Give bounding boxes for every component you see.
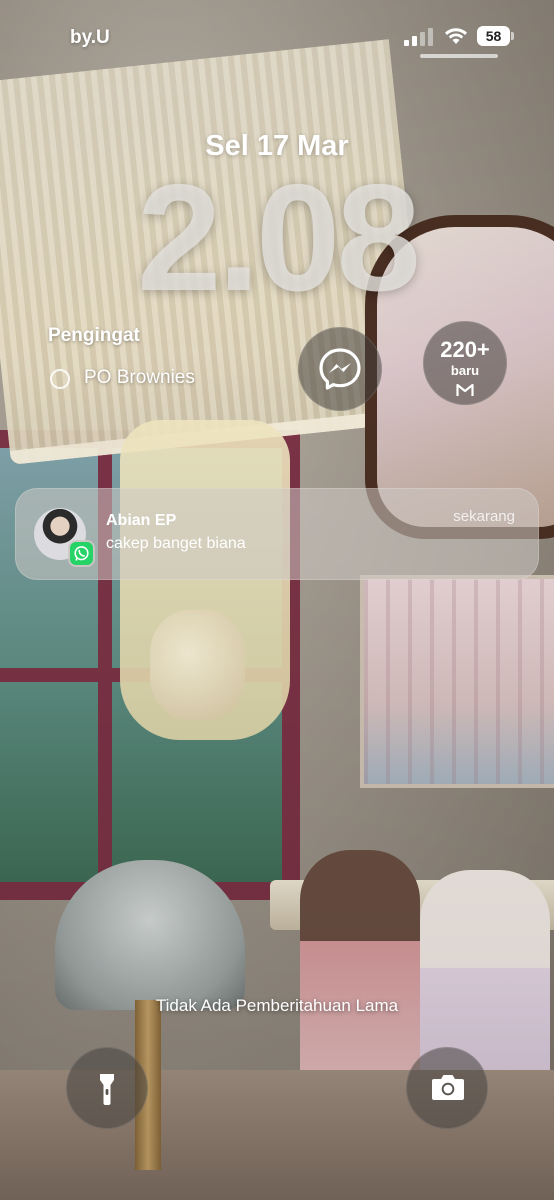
reminder-checkbox-icon [50,369,70,389]
reminders-widget[interactable]: Pengingat PO Brownies [48,325,278,405]
gmail-widget[interactable]: 220+ baru [423,321,507,405]
flashlight-icon [100,1074,114,1105]
flashlight-button[interactable] [66,1047,148,1129]
battery-tip [511,32,514,40]
camera-icon [432,1075,464,1100]
notification-card[interactable]: Abian EP cakep banget biana sekarang [15,488,539,580]
wifi-icon [444,27,468,45]
notification-sender: Abian EP [106,512,177,529]
notification-message: cakep banget biana [106,535,246,552]
notification-time: sekarang [453,508,515,525]
status-bar: by.U 58 [0,0,554,70]
camera-button[interactable] [406,1047,488,1129]
no-older-notifications: Tidak Ada Pemberitahuan Lama [155,996,399,1015]
reminder-item-label: PO Brownies [84,367,195,388]
battery-level: 58 [477,26,510,46]
lock-screen-time: 2.08 [137,153,421,323]
whatsapp-icon [70,542,93,565]
messenger-widget[interactable] [298,327,382,411]
reminders-widget-title: Pengingat [48,325,140,346]
gmail-icon [456,383,474,396]
control-center-indicator[interactable] [420,54,498,58]
carrier-name: by.U [70,27,110,48]
gmail-unread-count: 220+ [440,337,490,362]
cellular-signal-icon [404,28,434,46]
messenger-icon [319,348,361,390]
gmail-unread-label: baru [450,363,480,378]
